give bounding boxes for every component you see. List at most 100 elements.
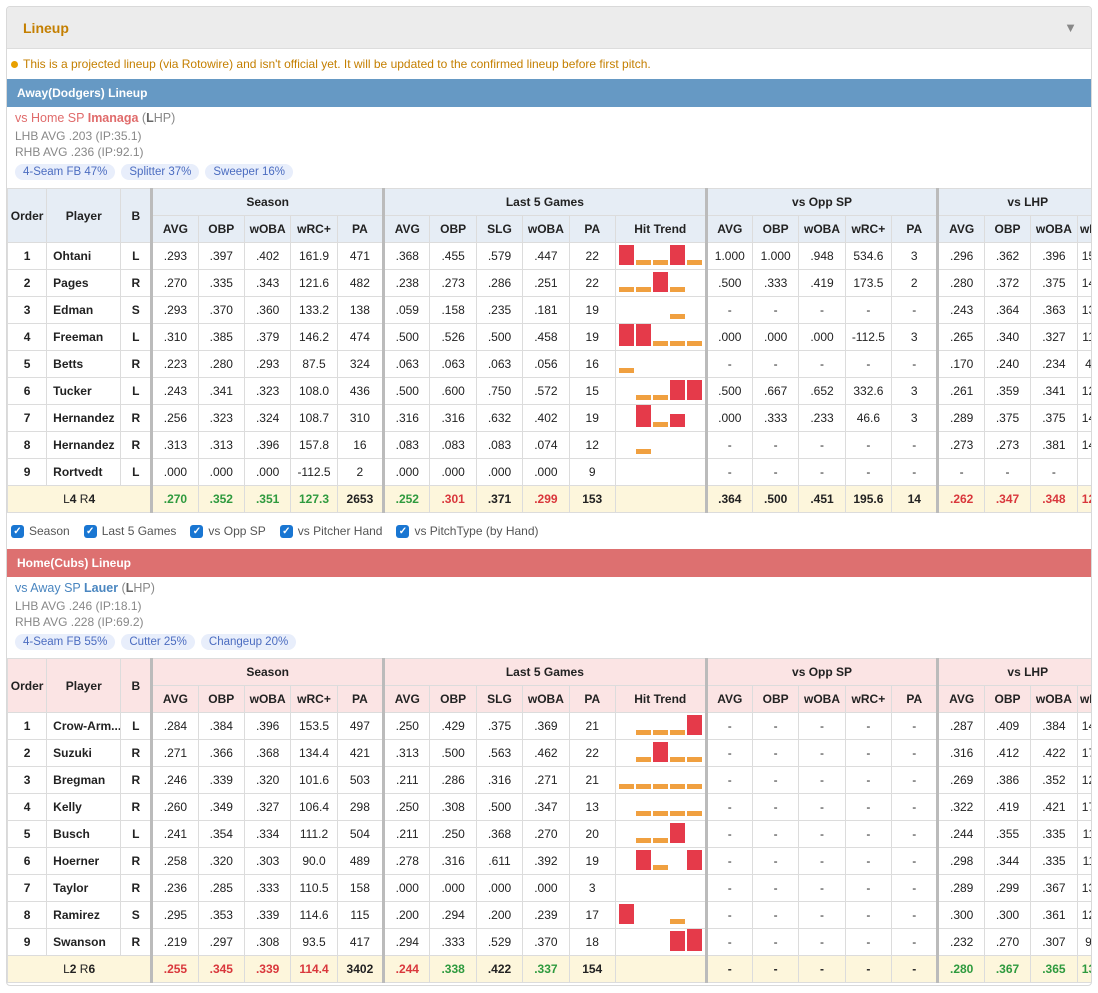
filter-vs-pitcher-hand[interactable]: ✓ vs Pitcher Hand: [279, 524, 382, 538]
col-avg[interactable]: AVG: [382, 685, 431, 713]
player-name-link[interactable]: Hernandez: [46, 431, 122, 459]
lineup-row[interactable]: 5 Betts R .223.280.293 87.5 324.063.063.063.0…: [7, 350, 1091, 378]
filter-vs-pitchtype[interactable]: ✓ vs PitchType (by Hand): [396, 524, 539, 538]
filter-season[interactable]: ✓ Season: [11, 524, 70, 538]
col-wrc-[interactable]: wRC+: [1076, 215, 1091, 243]
checkbox-checked-icon[interactable]: ✓: [396, 524, 410, 538]
home-team-header[interactable]: Home(Cubs) Lineup: [7, 549, 1091, 577]
player-name-link[interactable]: Edman: [46, 296, 122, 324]
lineup-row[interactable]: 4 Freeman L .310.385.379 146.2 474.500.526.50…: [7, 323, 1091, 351]
col-player[interactable]: Player: [46, 658, 122, 713]
col-avg[interactable]: AVG: [150, 685, 199, 713]
player-name-link[interactable]: Ramirez: [46, 901, 122, 929]
lineup-row[interactable]: 5 Busch L .241.354.334 111.2 504.211.250.368.…: [7, 820, 1091, 848]
col-order[interactable]: Order: [7, 188, 48, 243]
lineup-row[interactable]: 6 Hoerner R .258.320.303 90.0 489.278.316.611…: [7, 847, 1091, 875]
col-woba[interactable]: wOBA: [1030, 215, 1078, 243]
col-slg[interactable]: SLG: [475, 685, 524, 713]
col-obp[interactable]: OBP: [751, 215, 800, 243]
col-woba[interactable]: wOBA: [798, 215, 846, 243]
sp-name-link[interactable]: Imanaga: [88, 111, 139, 125]
col-wrc-[interactable]: wRC+: [844, 215, 893, 243]
chevron-down-icon[interactable]: ▼: [1064, 20, 1077, 35]
col-wrc-[interactable]: wRC+: [844, 685, 893, 713]
sp-name-link[interactable]: Lauer: [84, 581, 118, 595]
col-obp[interactable]: OBP: [429, 215, 477, 243]
player-name-link[interactable]: Hoerner: [46, 847, 122, 875]
col-wrc-[interactable]: wRC+: [290, 685, 338, 713]
checkbox-checked-icon[interactable]: ✓: [83, 524, 97, 538]
col-pa[interactable]: PA: [891, 215, 939, 243]
player-name-link[interactable]: Taylor: [46, 874, 122, 902]
lineup-row[interactable]: 2 Suzuki R .271.366.368 134.4 421.313.500.563…: [7, 739, 1091, 767]
col-obp[interactable]: OBP: [197, 215, 245, 243]
pitch-type-pill[interactable]: Cutter 25%: [121, 634, 195, 650]
col-obp[interactable]: OBP: [983, 215, 1032, 243]
col-bats[interactable]: B: [120, 188, 153, 243]
lineup-row[interactable]: 1 Ohtani L .293.397.402 161.9 471.368.455.579…: [7, 242, 1091, 270]
col-pa[interactable]: PA: [336, 215, 385, 243]
col-woba[interactable]: wOBA: [1030, 685, 1078, 713]
col-hit-trend[interactable]: Hit Trend: [614, 685, 707, 713]
player-name-link[interactable]: Pages: [46, 269, 122, 297]
col-pa[interactable]: PA: [568, 685, 616, 713]
col-pa[interactable]: PA: [336, 685, 385, 713]
pitch-type-pill[interactable]: 4-Seam FB 55%: [15, 634, 116, 650]
lineup-row[interactable]: 8 Ramirez S .295.353.339 114.6 115.200.294.20…: [7, 901, 1091, 929]
filter-vs-opp-sp[interactable]: ✓ vs Opp SP: [190, 524, 266, 538]
col-woba[interactable]: wOBA: [522, 685, 570, 713]
col-woba[interactable]: wOBA: [798, 685, 846, 713]
col-obp[interactable]: OBP: [429, 685, 477, 713]
player-name-link[interactable]: Betts: [46, 350, 122, 378]
lineup-row[interactable]: 7 Taylor R .236.285.333 110.5 158.000.000.000…: [7, 874, 1091, 902]
col-wrc-[interactable]: wRC+: [290, 215, 338, 243]
col-bats[interactable]: B: [120, 658, 153, 713]
col-hit-trend[interactable]: Hit Trend: [614, 215, 707, 243]
col-obp[interactable]: OBP: [197, 685, 245, 713]
away-team-header[interactable]: Away(Dodgers) Lineup: [7, 79, 1091, 107]
col-woba[interactable]: wOBA: [522, 215, 570, 243]
col-pa[interactable]: PA: [568, 215, 616, 243]
pitch-type-pill[interactable]: 4-Seam FB 47%: [15, 164, 116, 180]
player-name-link[interactable]: Ohtani: [46, 242, 122, 270]
col-wrc-[interactable]: wRC+: [1076, 685, 1091, 713]
player-name-link[interactable]: Tucker: [46, 377, 122, 405]
player-name-link[interactable]: Suzuki: [46, 739, 122, 767]
pitch-type-pill[interactable]: Sweeper 16%: [205, 164, 293, 180]
player-name-link[interactable]: Bregman: [46, 766, 122, 794]
col-avg[interactable]: AVG: [936, 685, 985, 713]
lineup-row[interactable]: 6 Tucker L .243.341.323 108.0 436.500.600.750…: [7, 377, 1091, 405]
lineup-row[interactable]: 4 Kelly R .260.349.327 106.4 298.250.308.500.…: [7, 793, 1091, 821]
lineup-row[interactable]: 9 Swanson R .219.297.308 93.5 417.294.333.529…: [7, 928, 1091, 956]
checkbox-checked-icon[interactable]: ✓: [190, 524, 204, 538]
player-name-link[interactable]: Rortvedt: [46, 458, 122, 486]
filter-last5[interactable]: ✓ Last 5 Games: [83, 524, 176, 538]
col-obp[interactable]: OBP: [751, 685, 800, 713]
col-avg[interactable]: AVG: [704, 685, 753, 713]
col-order[interactable]: Order: [7, 658, 48, 713]
checkbox-checked-icon[interactable]: ✓: [279, 524, 293, 538]
lineup-row[interactable]: 9 Rortvedt L .000.000.000 -112.5 2.000.000.00…: [7, 458, 1091, 486]
player-name-link[interactable]: Kelly: [46, 793, 122, 821]
player-name-link[interactable]: Swanson: [46, 928, 122, 956]
player-name-link[interactable]: Busch: [46, 820, 122, 848]
player-name-link[interactable]: Freeman: [46, 323, 122, 351]
col-slg[interactable]: SLG: [475, 215, 524, 243]
lineup-row[interactable]: 3 Edman S .293.370.360 133.2 138.059.158.235.…: [7, 296, 1091, 324]
col-obp[interactable]: OBP: [983, 685, 1032, 713]
lineup-row[interactable]: 1 Crow-Arm... L .284.384.396 153.5 497.250.42…: [7, 712, 1091, 740]
lineup-row[interactable]: 2 Pages R .270.335.343 121.6 482.238.273.286.…: [7, 269, 1091, 297]
col-pa[interactable]: PA: [891, 685, 939, 713]
player-name-link[interactable]: Hernandez: [46, 404, 122, 432]
checkbox-checked-icon[interactable]: ✓: [11, 524, 24, 538]
col-player[interactable]: Player: [46, 188, 122, 243]
pitch-type-pill[interactable]: Splitter 37%: [121, 164, 200, 180]
col-avg[interactable]: AVG: [704, 215, 753, 243]
col-avg[interactable]: AVG: [936, 215, 985, 243]
lineup-row[interactable]: 8 Hernandez R .313.313.396 157.8 16.083.083.0…: [7, 431, 1091, 459]
pitch-type-pill[interactable]: Changeup 20%: [200, 634, 297, 650]
lineup-row[interactable]: 3 Bregman R .246.339.320 101.6 503.211.286.31…: [7, 766, 1091, 794]
col-woba[interactable]: wOBA: [243, 685, 292, 713]
lineup-row[interactable]: 7 Hernandez R .256.323.324 108.7 310.316.316.…: [7, 404, 1091, 432]
col-avg[interactable]: AVG: [382, 215, 431, 243]
